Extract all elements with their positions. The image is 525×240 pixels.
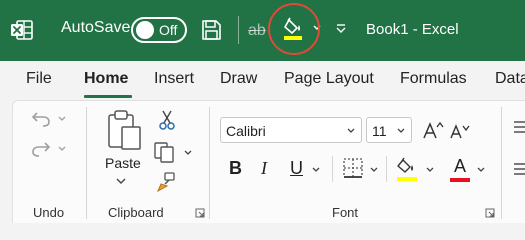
font-size-select[interactable]: 11 [366, 117, 412, 143]
group-divider [86, 107, 87, 219]
tab-data[interactable]: Data [495, 70, 525, 88]
fill-color-chevron-icon[interactable] [425, 166, 435, 174]
redo-icon[interactable] [29, 139, 53, 159]
copy-icon[interactable] [153, 141, 177, 163]
underline-chevron-icon[interactable] [311, 166, 321, 174]
ribbon-tabs: File Home Insert Draw Page Layout Formul… [0, 61, 525, 100]
font-color-chevron-icon[interactable] [476, 166, 486, 174]
autosave-label: AutoSave [61, 19, 131, 36]
font-name-select[interactable]: Calibri [220, 117, 362, 143]
customize-toolbar-icon[interactable] [334, 22, 348, 36]
toolbar-divider [238, 16, 239, 44]
align-left-icon[interactable] [513, 161, 525, 177]
group-divider [332, 156, 333, 182]
tab-home[interactable]: Home [84, 70, 128, 88]
title-bar: AutoSave Off ab Book1 - Excel [0, 0, 525, 61]
borders-chevron-icon[interactable] [369, 166, 379, 174]
undo-icon[interactable] [29, 109, 53, 129]
bold-button[interactable]: B [229, 158, 242, 179]
ribbon-panel: Undo Paste Clipboard Calibri 11 B I U A … [12, 100, 525, 223]
format-painter-icon[interactable] [155, 171, 177, 193]
paste-icon[interactable] [105, 109, 145, 153]
increase-font-size-icon[interactable] [422, 119, 444, 141]
undo-chevron-icon[interactable] [57, 115, 67, 123]
cut-icon[interactable] [157, 109, 177, 131]
autosave-toggle[interactable]: Off [131, 17, 187, 43]
tab-file[interactable]: File [26, 70, 52, 88]
font-color-button[interactable]: A [449, 156, 471, 182]
borders-icon[interactable] [342, 157, 364, 179]
fill-color-icon[interactable] [395, 156, 421, 184]
font-color-swatch [450, 178, 470, 182]
document-title: Book1 - Excel [366, 21, 459, 38]
tab-insert[interactable]: Insert [154, 70, 194, 88]
chevron-down-icon [396, 127, 406, 135]
paste-chevron-icon[interactable] [115, 177, 127, 185]
chevron-down-icon [346, 127, 356, 135]
excel-logo-icon[interactable] [10, 18, 34, 42]
group-divider [386, 156, 387, 182]
undo-group-label: Undo [33, 205, 65, 220]
clipboard-launcher-icon[interactable] [195, 208, 205, 218]
tab-formulas[interactable]: Formulas [400, 70, 467, 88]
clipboard-group-label: Clipboard [108, 205, 164, 220]
paste-label[interactable]: Paste [105, 155, 141, 171]
group-divider [501, 107, 502, 219]
font-color-letter: A [453, 156, 466, 176]
autosave-state: Off [159, 22, 178, 38]
decrease-font-size-icon[interactable] [449, 121, 471, 141]
save-icon[interactable] [199, 18, 223, 42]
font-name-value: Calibri [226, 123, 266, 139]
annotation-circle [268, 3, 320, 55]
copy-chevron-icon[interactable] [183, 149, 193, 157]
font-group-label: Font [332, 205, 359, 220]
redo-chevron-icon[interactable] [57, 145, 67, 153]
group-divider [209, 107, 210, 219]
font-size-value: 11 [372, 123, 387, 139]
active-tab-indicator [84, 95, 132, 98]
italic-button[interactable]: I [261, 158, 267, 179]
tab-page-layout[interactable]: Page Layout [284, 70, 374, 88]
toggle-knob [136, 21, 154, 39]
underline-button[interactable]: U [290, 158, 303, 179]
font-launcher-icon[interactable] [485, 208, 495, 218]
strikethrough-button[interactable]: ab [248, 22, 266, 40]
tab-draw[interactable]: Draw [220, 70, 257, 88]
align-top-icon[interactable] [513, 119, 525, 135]
